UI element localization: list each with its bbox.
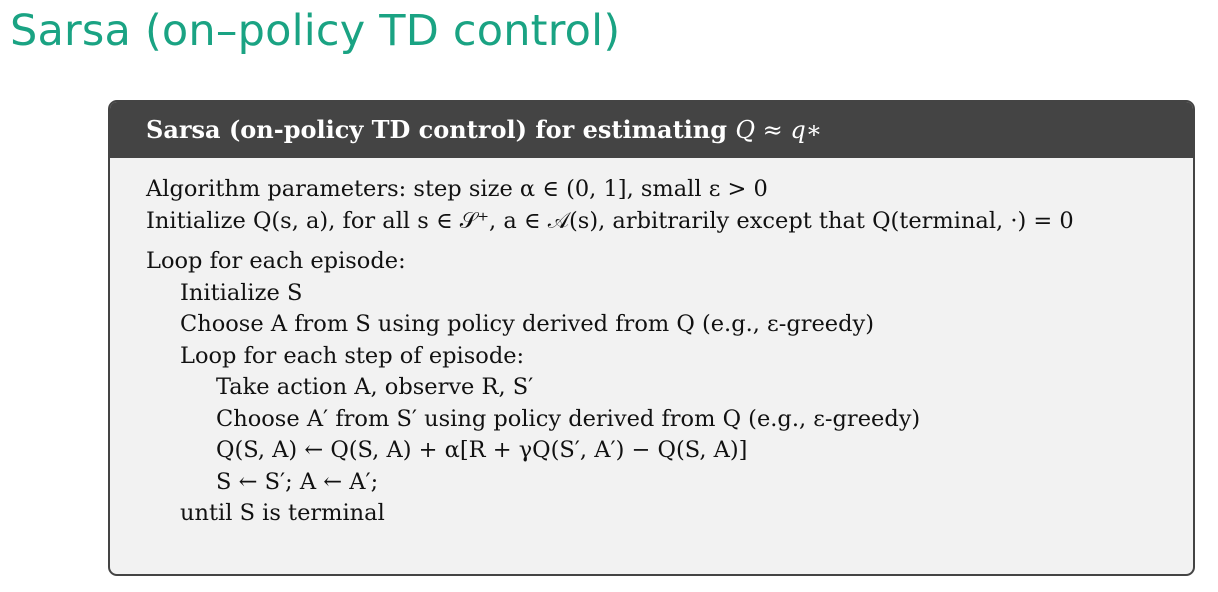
algorithm-header: Sarsa (on-policy TD control) for estimat… [110, 102, 1193, 158]
algorithm-line-step-loop: Loop for each step of episode: [180, 342, 525, 369]
algorithm-line-take-action: Take action A, observe R, S′ [216, 374, 534, 400]
slide-title: Sarsa (on–policy TD control) [10, 6, 621, 56]
algorithm-body: Algorithm parameters: step size α ∈ (0, … [110, 158, 1193, 530]
algorithm-line-q-update: Q(S, A) ← Q(S, A) + α[R + γQ(S′, A′) − Q… [216, 437, 748, 463]
algorithm-line-initialize-q: Initialize Q(s, a), for all s ∈ 𝒮⁺, a ∈ … [146, 207, 1074, 234]
algorithm-title-math: Q ≈ q∗ [735, 116, 823, 144]
algorithm-line-assign: S ← S′; A ← A′; [216, 468, 379, 495]
algorithm-line-initialize-s: Initialize S [180, 279, 303, 306]
algorithm-box: Sarsa (on-policy TD control) for estimat… [108, 100, 1195, 576]
algorithm-line-episode-loop: Loop for each episode: [146, 248, 406, 274]
algorithm-line-choose-a-prime: Choose A′ from S′ using policy derived f… [216, 405, 921, 432]
algorithm-title-text: Sarsa (on-policy TD control) for estimat… [146, 115, 736, 144]
algorithm-line-choose-a: Choose A from S using policy derived fro… [180, 311, 874, 337]
algorithm-line-parameters: Algorithm parameters: step size α ∈ (0, … [146, 176, 768, 202]
algorithm-line-until-terminal: until S is terminal [180, 500, 385, 526]
